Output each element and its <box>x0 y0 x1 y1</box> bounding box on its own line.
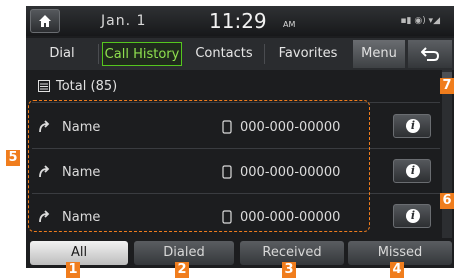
ampm-indicator: AM <box>283 20 296 29</box>
tab-call-history[interactable]: Call History <box>102 42 182 66</box>
callout-2: 2 <box>175 262 189 278</box>
tab-favorites[interactable]: Favorites <box>266 42 350 66</box>
list-icon <box>38 80 50 92</box>
callout-5: 5 <box>6 150 20 166</box>
total-label: Total (85) <box>56 79 118 94</box>
callout-6: 6 <box>440 193 454 209</box>
back-button[interactable] <box>408 40 452 68</box>
scrollbar-track[interactable] <box>442 70 452 240</box>
callout-7: 7 <box>440 78 454 94</box>
tab-contacts[interactable]: Contacts <box>186 42 262 66</box>
home-button[interactable] <box>30 9 60 33</box>
phone-tab-bar: Dial Call History Contacts Favorites Men… <box>26 38 454 70</box>
tab-divider <box>98 44 99 64</box>
connectivity-icons: ▪▮ ◉) ▾◢ <box>400 16 440 26</box>
status-bar: Jan. 1 11:29 AM ▪▮ ◉) ▾◢ <box>26 6 454 36</box>
date-display: Jan. 1 <box>101 13 147 29</box>
back-arrow-icon <box>421 47 439 61</box>
call-list-highlight <box>28 100 370 232</box>
callout-4: 4 <box>390 262 404 278</box>
home-icon <box>39 15 51 27</box>
info-icon: i <box>406 119 420 133</box>
tab-dial[interactable]: Dial <box>28 42 96 66</box>
time-display: 11:29 <box>209 9 267 33</box>
info-button[interactable]: i <box>393 204 431 228</box>
info-button[interactable]: i <box>393 159 431 183</box>
info-button[interactable]: i <box>393 114 431 138</box>
tab-divider <box>264 44 265 64</box>
callout-1: 1 <box>66 262 80 278</box>
callout-3: 3 <box>282 262 296 278</box>
menu-button[interactable]: Menu <box>353 40 405 68</box>
info-icon: i <box>406 164 420 178</box>
total-count: Total (85) <box>38 79 117 94</box>
info-icon: i <box>406 209 420 223</box>
